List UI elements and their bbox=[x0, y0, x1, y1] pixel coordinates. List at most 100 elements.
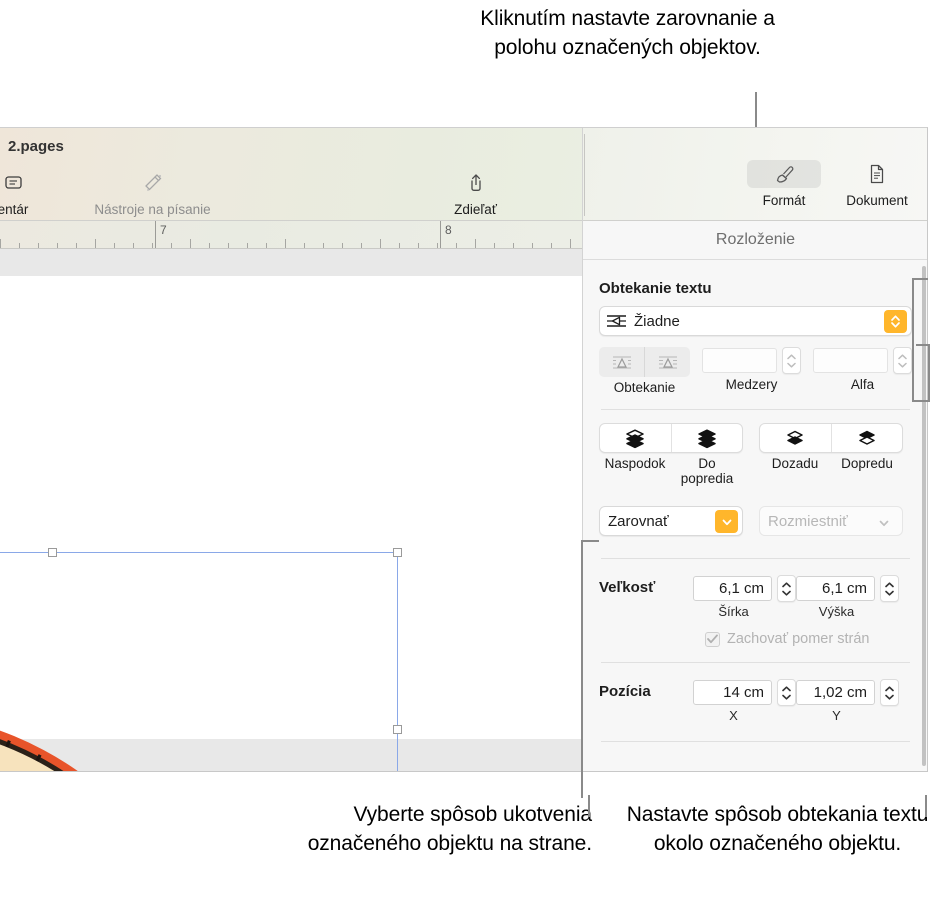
position-y-stepper[interactable] bbox=[880, 679, 899, 706]
document-ruler[interactable]: 7 8 bbox=[0, 221, 582, 249]
ruler-tick bbox=[456, 243, 457, 248]
document-page[interactable] bbox=[0, 276, 582, 771]
size-label: Veľkosť bbox=[599, 579, 656, 596]
wrap-side-segmented[interactable] bbox=[599, 347, 691, 377]
constrain-proportions-row[interactable]: Zachovať pomer strán bbox=[705, 631, 912, 647]
selection-handle-middle-right[interactable] bbox=[393, 725, 402, 734]
document-canvas[interactable] bbox=[0, 249, 582, 771]
send-backward-button[interactable] bbox=[760, 424, 832, 452]
align-select-value: Zarovnať bbox=[608, 512, 669, 530]
toolbar-item-writing-tools[interactable]: Nástroje na písanie bbox=[55, 170, 250, 217]
screenshot-root: Kliknutím nastavte zarovnanie a polohu o… bbox=[0, 0, 935, 910]
arrange-front-back-group[interactable]: Naspodok Do popredia bbox=[599, 423, 743, 486]
ruler-number-8: 8 bbox=[445, 223, 452, 237]
width-caption: Šírka bbox=[718, 604, 749, 619]
height-control[interactable]: 6,1 cm Výška bbox=[796, 575, 899, 619]
bring-to-front-button[interactable] bbox=[672, 424, 743, 452]
chevron-down-icon[interactable] bbox=[715, 510, 738, 533]
ruler-tick bbox=[57, 243, 58, 248]
paintbrush-icon bbox=[773, 161, 795, 187]
section-divider bbox=[601, 662, 910, 663]
alpha-caption: Alfa bbox=[850, 377, 875, 392]
align-bracket bbox=[579, 540, 601, 798]
document-title: 2.pages bbox=[8, 138, 64, 155]
wrap-side-caption: Obtekanie bbox=[613, 380, 676, 395]
ruler-tick bbox=[152, 243, 153, 248]
position-x-stepper[interactable] bbox=[777, 679, 796, 706]
send-to-back-button[interactable] bbox=[600, 424, 672, 452]
image-selection-frame[interactable] bbox=[0, 548, 402, 771]
toolbar-item-share[interactable]: Zdieľať bbox=[428, 170, 523, 217]
height-stepper[interactable] bbox=[880, 575, 899, 602]
wrap-side-control[interactable]: Obtekanie bbox=[599, 347, 691, 395]
inspector-tabbar: Rozloženie bbox=[583, 221, 927, 260]
ruler-tick bbox=[323, 243, 324, 248]
spacing-input[interactable] bbox=[702, 348, 778, 373]
selection-handle-top-center[interactable] bbox=[48, 548, 57, 557]
ruler-tick bbox=[513, 243, 514, 248]
toolbar-item-document[interactable]: Dokument bbox=[831, 161, 923, 208]
height-input[interactable]: 6,1 cm bbox=[796, 576, 875, 601]
ruler-tick bbox=[133, 243, 134, 248]
width-input[interactable]: 6,1 cm bbox=[693, 576, 772, 601]
ruler-tick bbox=[570, 239, 571, 248]
ruler-tick bbox=[171, 243, 172, 248]
constrain-proportions-checkbox[interactable] bbox=[705, 631, 720, 647]
ruler-tick bbox=[551, 243, 552, 248]
ruler-tick bbox=[266, 243, 267, 248]
ruler-tick bbox=[475, 239, 476, 248]
bring-to-front-label: Do popredia bbox=[680, 456, 734, 486]
inspector-body: Obtekanie textu Žiadne Obtekanie Medzery… bbox=[583, 280, 927, 771]
alpha-control[interactable]: Alfa bbox=[813, 347, 912, 392]
send-to-back-label: Naspodok bbox=[604, 456, 666, 471]
ruler-tick bbox=[209, 243, 210, 248]
spacing-stepper[interactable] bbox=[782, 347, 802, 374]
toolbar-item-comment[interactable]: entár bbox=[0, 170, 48, 217]
send-backward-label: Dozadu bbox=[771, 456, 819, 471]
ruler-tick bbox=[190, 239, 191, 248]
position-x-input[interactable]: 14 cm bbox=[693, 680, 772, 705]
wrap-left-button[interactable] bbox=[599, 347, 646, 377]
toolbar-item-share-label: Zdieľať bbox=[454, 202, 497, 217]
ruler-tick bbox=[380, 239, 381, 248]
wrap-right-button[interactable] bbox=[645, 347, 690, 377]
toolbar-item-format[interactable]: Formát bbox=[747, 161, 821, 208]
panel-title: Rozloženie bbox=[715, 231, 796, 248]
callout-bottom-right-text: Nastavte spôsob obtekania textu okolo oz… bbox=[626, 803, 929, 855]
height-caption: Výška bbox=[818, 604, 855, 619]
ruler-major-mark bbox=[155, 221, 156, 248]
ruler-number-7: 7 bbox=[160, 223, 167, 237]
ruler-tick bbox=[76, 243, 77, 248]
chevron-updown-icon[interactable] bbox=[884, 310, 907, 333]
position-x-control[interactable]: 14 cm X bbox=[693, 679, 796, 723]
toolbar-divider bbox=[584, 134, 585, 216]
bring-forward-button[interactable] bbox=[832, 424, 903, 452]
alpha-input[interactable] bbox=[813, 348, 888, 373]
text-wrap-select[interactable]: Žiadne bbox=[599, 306, 912, 336]
width-control[interactable]: 6,1 cm Šírka bbox=[693, 575, 796, 619]
selection-handle-top-right[interactable] bbox=[393, 548, 402, 557]
ruler-tick bbox=[247, 243, 248, 248]
position-y-caption: Y bbox=[832, 708, 841, 723]
distribute-select[interactable]: Rozmiestniť bbox=[759, 506, 903, 536]
chevron-down-icon[interactable] bbox=[878, 516, 890, 533]
position-y-control[interactable]: 1,02 cm Y bbox=[796, 679, 899, 723]
inspector-toolbar: Formát Dokument bbox=[583, 128, 927, 221]
ruler-tick bbox=[0, 239, 1, 248]
arrange-step-group[interactable]: Dozadu Dopredu bbox=[759, 423, 903, 471]
position-y-input[interactable]: 1,02 cm bbox=[796, 680, 875, 705]
arrange-step-segmented[interactable] bbox=[759, 423, 903, 453]
ruler-tick bbox=[418, 243, 419, 248]
toolbar-item-writing-tools-label: Nástroje na písanie bbox=[94, 202, 211, 217]
arrange-extreme-segmented[interactable] bbox=[599, 423, 743, 453]
callout-top-text: Kliknutím nastavte zarovnanie a polohu o… bbox=[480, 7, 775, 59]
width-stepper[interactable] bbox=[777, 575, 796, 602]
text-wrap-bracket-inner bbox=[916, 344, 932, 402]
align-select[interactable]: Zarovnať bbox=[599, 506, 743, 536]
section-divider bbox=[601, 558, 910, 559]
ruler-tick bbox=[437, 243, 438, 248]
share-icon bbox=[466, 170, 486, 196]
text-wrap-select-value: Žiadne bbox=[634, 312, 680, 330]
section-divider bbox=[601, 741, 910, 742]
spacing-control[interactable]: Medzery bbox=[702, 347, 802, 392]
